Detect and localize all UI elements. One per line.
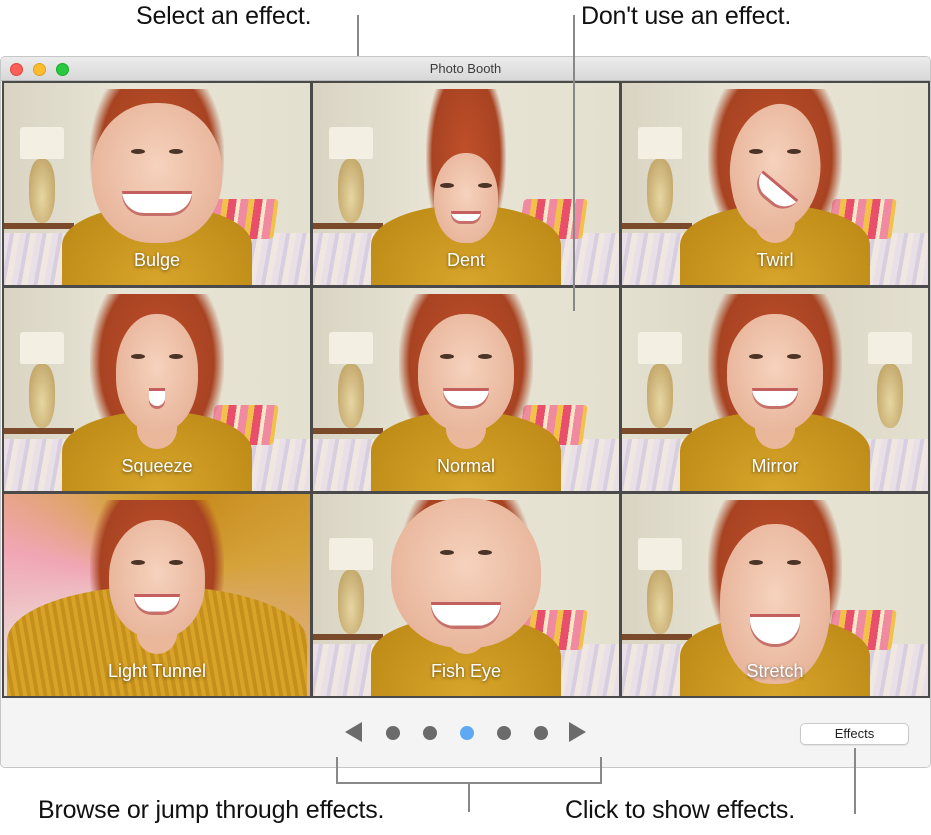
- face: [720, 523, 830, 684]
- effect-cell-tunnel[interactable]: Light Tunnel: [4, 493, 310, 696]
- lamp-base: [338, 569, 364, 634]
- page-dot-5[interactable]: [534, 726, 548, 740]
- effect-cell-squeeze[interactable]: Squeeze: [4, 288, 310, 491]
- eye: [169, 149, 183, 154]
- callout-line-show-effects: [854, 748, 856, 814]
- callout-line-no-effect: [573, 15, 575, 311]
- side-table: [622, 223, 692, 229]
- lamp-shade: [868, 332, 912, 365]
- lamp-shade: [329, 332, 373, 365]
- eye: [440, 183, 454, 188]
- page-dot-4[interactable]: [497, 726, 511, 740]
- face: [727, 314, 823, 433]
- eye: [787, 149, 801, 154]
- lamp-base: [647, 569, 673, 634]
- face: [434, 153, 498, 243]
- lamp-base: [29, 364, 55, 429]
- next-page-button[interactable]: [569, 722, 586, 742]
- page-dot-3[interactable]: [460, 726, 474, 740]
- previous-page-button[interactable]: [345, 722, 362, 742]
- lamp-base: [877, 364, 903, 429]
- callout-bracket-stem: [468, 782, 470, 812]
- eye: [787, 559, 801, 565]
- lamp-base: [338, 364, 364, 429]
- lamp-base: [647, 159, 673, 223]
- callout-bracket-right: [600, 757, 602, 784]
- eye: [131, 559, 145, 565]
- face: [116, 314, 198, 433]
- callout-browse: Browse or jump through effects.: [38, 796, 385, 824]
- effect-label: Mirror: [751, 455, 799, 476]
- eye: [169, 559, 183, 565]
- mouth: [122, 191, 192, 213]
- lamp-shade: [638, 127, 682, 159]
- effect-label: Normal: [436, 455, 495, 476]
- callout-bracket-left: [336, 757, 338, 784]
- callout-show-effects: Click to show effects.: [565, 796, 795, 824]
- lamp-base: [338, 159, 364, 223]
- lamp-base: [29, 159, 55, 223]
- side-table: [4, 223, 74, 229]
- callout-no-effect: Don't use an effect.: [581, 2, 792, 30]
- side-table: [622, 428, 692, 435]
- callout-select-effect: Select an effect.: [136, 2, 312, 30]
- effect-label: Light Tunnel: [107, 660, 207, 681]
- lamp-shade: [329, 537, 373, 570]
- lamp-shade: [638, 537, 682, 570]
- effects-button[interactable]: Effects: [800, 723, 909, 745]
- side-table: [313, 428, 383, 435]
- lamp-shade: [638, 332, 682, 365]
- side-table: [622, 633, 692, 640]
- side-table: [313, 223, 383, 229]
- effect-cell-stretch[interactable]: Stretch: [622, 493, 928, 696]
- effects-grid: Bulge Dent Twirl Squeeze Normal Mirror Light T…: [2, 81, 930, 698]
- eye: [478, 183, 492, 188]
- effect-cell-twirl[interactable]: Twirl: [622, 83, 928, 286]
- eye: [131, 149, 145, 154]
- effect-cell-bulge[interactable]: Bulge: [4, 83, 310, 286]
- page-dot-1[interactable]: [386, 726, 400, 740]
- eye: [478, 549, 492, 555]
- face: [418, 314, 514, 433]
- effect-cell-mirror[interactable]: Mirror: [622, 288, 928, 491]
- eye: [749, 149, 763, 154]
- bottom-toolbar: Effects: [1, 698, 930, 767]
- effect-label: Fish Eye: [430, 660, 502, 681]
- effect-cell-normal[interactable]: Normal: [313, 288, 619, 491]
- face: [109, 519, 205, 638]
- effect-label: Squeeze: [121, 455, 193, 476]
- effect-label: Bulge: [133, 250, 181, 271]
- side-table: [313, 633, 383, 640]
- effect-label: Stretch: [746, 660, 804, 681]
- face: [92, 103, 222, 243]
- eye: [749, 559, 763, 565]
- lamp-base: [647, 364, 673, 429]
- mouth: [149, 388, 165, 407]
- title-bar[interactable]: Photo Booth: [1, 57, 930, 81]
- effect-label: Twirl: [756, 250, 794, 271]
- effect-cell-fisheye[interactable]: Fish Eye: [313, 493, 619, 696]
- eye: [440, 549, 454, 555]
- lamp-shade: [20, 127, 64, 159]
- page-dot-2[interactable]: [423, 726, 437, 740]
- side-table: [4, 428, 74, 435]
- lamp-shade: [20, 332, 64, 365]
- lamp-shade: [329, 127, 373, 159]
- window-title: Photo Booth: [429, 61, 502, 76]
- photo-booth-window: Photo Booth Bulge Dent Twirl Squeeze Normal M…: [0, 56, 931, 768]
